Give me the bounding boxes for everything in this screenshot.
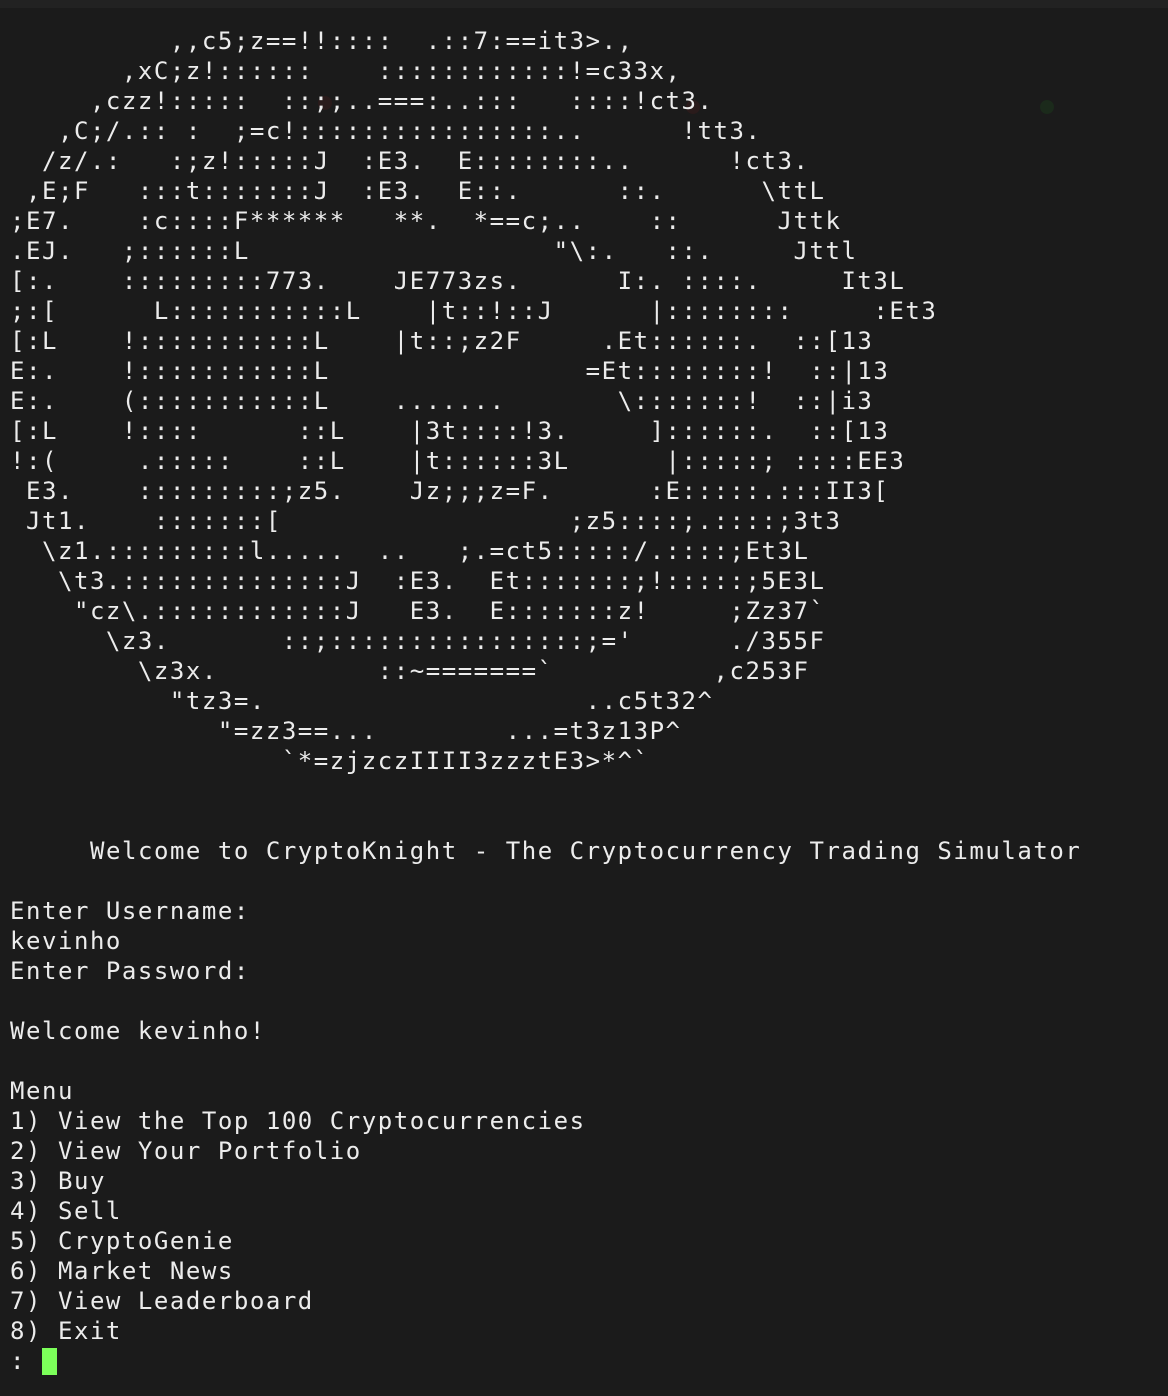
ascii-bitcoin-logo: ,,c5;z==!!:::: .::7:==it3>., ,xC;z!:::::… xyxy=(10,26,937,776)
username-value: kevinho xyxy=(10,927,122,955)
terminal-output: Welcome to CryptoKnight - The Cryptocurr… xyxy=(10,836,1081,1376)
ascii-logo-line: \t3.::::::::::::::J :E3. Et:::::::;!::::… xyxy=(10,567,826,595)
menu-item-exit: 8) Exit xyxy=(10,1317,122,1345)
ascii-logo-line: [:L !:::: ::L |3t::::!3. ]::::::. ::[13 xyxy=(10,417,890,445)
menu-item-cryptogenie: 5) CryptoGenie xyxy=(10,1227,234,1255)
ascii-logo-line: \z1.:::::::::l..... .. ;.=ct5:::::/.::::… xyxy=(10,537,810,565)
ascii-logo-line: ,czz!::::: ::;;..===:..::: ::::!ct3. xyxy=(10,87,714,115)
menu-item-portfolio: 2) View Your Portfolio xyxy=(10,1137,362,1165)
ascii-logo-line: "tz3=. ..c5t32^ xyxy=(10,687,714,715)
ascii-logo-line: \z3. ::;::::::::::::::::;=' ./355F xyxy=(10,627,826,655)
ascii-logo-line: .EJ. ;::::::L "\:. ::. Jttl xyxy=(10,237,858,265)
ascii-logo-line: ,,c5;z==!!:::: .::7:==it3>., xyxy=(10,27,634,55)
password-prompt: Enter Password: xyxy=(10,957,250,985)
ascii-logo-line: ,E;F :::t:::::::J :E3. E::. ::. \ttL xyxy=(10,177,826,205)
ascii-logo-line: ;E7. :c::::F****** **. *==c;.. :: Jttk xyxy=(10,207,842,235)
ascii-logo-line: "=zz3==... ...=t3z13P^ xyxy=(10,717,682,745)
menu-item-top-100: 1) View the Top 100 Cryptocurrencies xyxy=(10,1107,586,1135)
terminal-cursor[interactable] xyxy=(42,1347,57,1375)
ascii-logo-line: E:. !:::::::::::L =Et::::::::! ::|13 xyxy=(10,357,890,385)
ascii-logo-line: ;:[ L:::::::::::L |t::!::J |:::::::: :Et… xyxy=(10,297,938,325)
menu-item-buy: 3) Buy xyxy=(10,1167,106,1195)
ascii-logo-line: !:( .::::: ::L |t::::::3L |:::::; ::::EE… xyxy=(10,447,906,475)
input-prompt-line[interactable]: : xyxy=(10,1346,1081,1376)
ascii-logo-line: /z/.: :;z!:::::J :E3. E::::::::.. !ct3. xyxy=(10,147,810,175)
ascii-logo-line: E:. (:::::::::::L ....... \:::::::! ::|i… xyxy=(10,387,874,415)
ascii-logo-line: [:. :::::::::773. JE773zs. I:. ::::. It3… xyxy=(10,267,906,295)
ascii-logo-line: `*=zjzczIIII3zzztE3>*^` xyxy=(10,747,650,775)
ascii-logo-line: "cz\.::::::::::::J E3. E:::::::z! ;Zz37` xyxy=(10,597,826,625)
menu-title: Menu xyxy=(10,1077,74,1105)
ascii-logo-line: \z3x. ::~=======` ,c253F xyxy=(10,657,810,685)
ascii-logo-line: Jt1. :::::::[ ;z5::::;.::::;3t3 xyxy=(10,507,842,535)
terminal-window: ,,c5;z==!!:::: .::7:==it3>., ,xC;z!:::::… xyxy=(0,0,1168,1396)
ascii-logo-line: ,xC;z!:::::: ::::::::::::!=c33x, xyxy=(10,57,682,85)
input-prompt: : xyxy=(10,1347,26,1375)
ascii-logo-line: ,C;/.:: : ;=c!::::::::::::::::.. !tt3. xyxy=(10,117,762,145)
ascii-logo-line: E3. :::::::::;z5. Jz;;;z=F. :E:::::.:::I… xyxy=(10,477,890,505)
greeting: Welcome kevinho! xyxy=(10,1017,266,1045)
menu-item-leaderboard: 7) View Leaderboard xyxy=(10,1287,314,1315)
username-prompt: Enter Username: xyxy=(10,897,250,925)
ascii-logo-line: [:L !:::::::::::L |t::;z2F .Et::::::. ::… xyxy=(10,327,874,355)
welcome-banner: Welcome to CryptoKnight - The Cryptocurr… xyxy=(90,837,1082,865)
menu-item-sell: 4) Sell xyxy=(10,1197,122,1225)
menu-item-market-news: 6) Market News xyxy=(10,1257,234,1285)
